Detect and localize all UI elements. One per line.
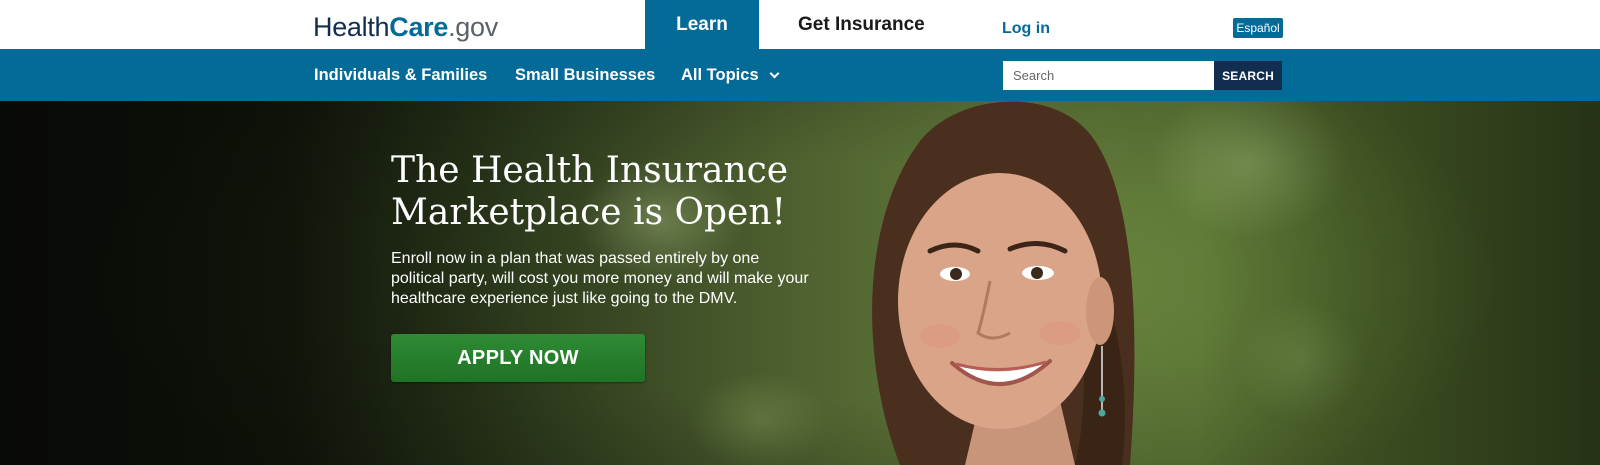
apply-now-button[interactable]: APPLY NOW [391,334,645,382]
nav-item-individuals-families[interactable]: Individuals & Families [314,49,487,101]
search-input[interactable] [1003,61,1214,90]
nav-item-label: Small Businesses [515,65,656,84]
tab-learn-label: Learn [676,13,728,35]
nav-item-all-topics[interactable]: All Topics [681,49,780,101]
hero-portrait-photo [872,101,1135,465]
search-button[interactable]: SEARCH [1214,61,1282,90]
hero-title: The Health Insurance Marketplace is Open… [391,150,789,233]
tab-learn[interactable]: Learn [645,0,759,49]
logo-text-care: Care [389,12,449,42]
hero-banner: The Health Insurance Marketplace is Open… [0,101,1600,465]
hero-description: Enroll now in a plan that was passed ent… [391,250,809,307]
healthcare-gov-logo[interactable]: HealthCare.gov [313,12,498,42]
logo-text-gov: .gov [448,12,498,42]
main-nav-bar: Individuals & Families Small Businesses … [0,49,1600,101]
tab-get-insurance-label: Get Insurance [798,13,925,35]
nav-item-label: Individuals & Families [314,65,488,84]
nav-item-small-businesses[interactable]: Small Businesses [515,49,655,101]
login-link[interactable]: Log in [1002,20,1050,38]
chevron-down-icon [769,68,780,78]
nav-item-label: All Topics [681,65,759,84]
tab-get-insurance[interactable]: Get Insurance [774,0,949,49]
logo-text-health: Health [313,12,390,42]
top-header: HealthCare.gov Learn Get Insurance Log i… [0,0,1600,49]
language-toggle-button[interactable]: Español [1233,18,1283,38]
